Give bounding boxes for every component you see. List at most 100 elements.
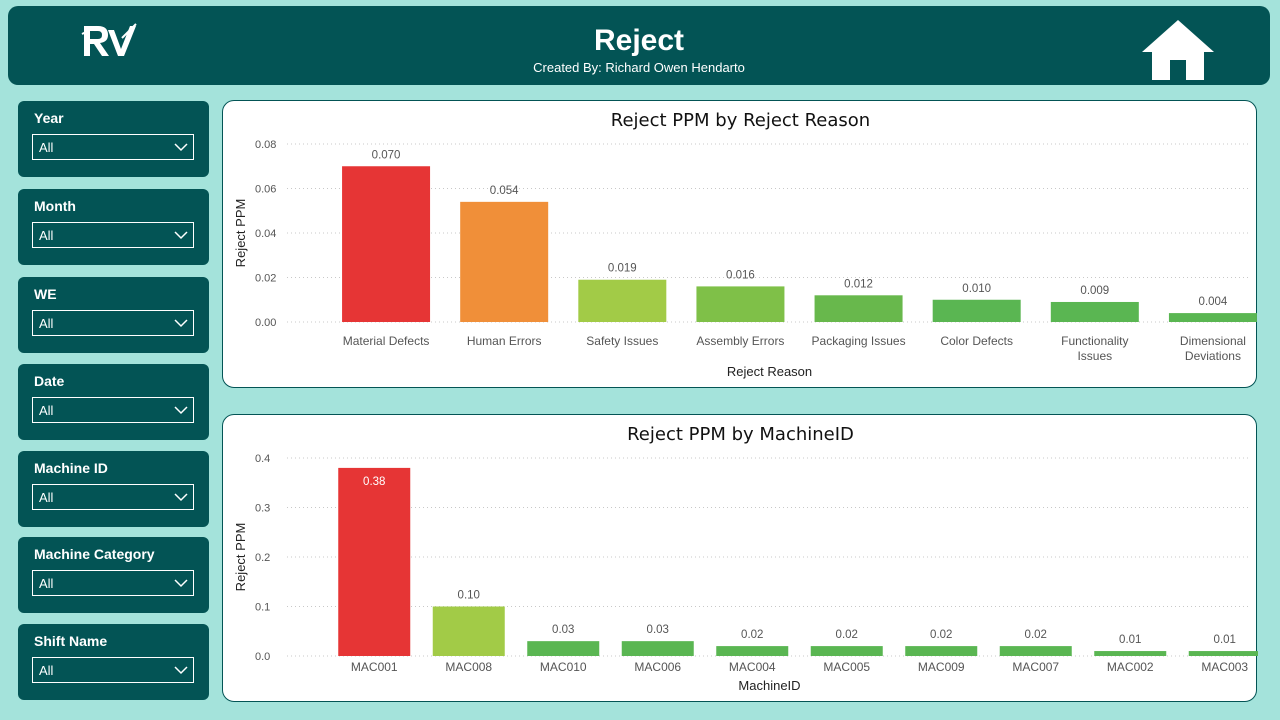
page-subtitle: Created By: Richard Owen Hendarto [533, 60, 745, 75]
bar-mac008 [432, 606, 505, 656]
month-dropdown[interactable]: All [32, 222, 194, 248]
slicer-machine-id: Machine ID All [18, 451, 209, 527]
bar-mac007 [999, 646, 1072, 656]
data-label: 0.02 [836, 629, 858, 641]
bar-material-defects [342, 166, 431, 322]
x-tick-label: MAC003 [1201, 660, 1248, 674]
dropdown-value: All [39, 139, 54, 155]
y-tick-label: 0.4 [255, 453, 270, 465]
x-tick-label: Human Errors [467, 334, 542, 348]
shift-name-dropdown[interactable]: All [32, 657, 194, 683]
chevron-down-icon [174, 665, 188, 674]
x-tick-label: MAC004 [729, 660, 776, 674]
home-icon[interactable] [1140, 18, 1216, 87]
slicer-month: Month All [18, 189, 209, 265]
y-tick-label: 0.1 [255, 602, 270, 614]
data-label: 0.054 [490, 185, 519, 197]
dropdown-value: All [39, 489, 54, 505]
y-tick-label: 0.02 [255, 273, 276, 285]
bar-mac006 [621, 641, 694, 656]
dropdown-value: All [39, 662, 54, 678]
chart-reject-reason: Reject PPM by Reject Reason 0.00 0.02 0.04 0… [222, 100, 1257, 388]
data-label: 0.03 [647, 624, 669, 636]
chevron-down-icon [174, 492, 188, 501]
slicer-shift-name: Shift Name All [18, 624, 209, 700]
machine-category-dropdown[interactable]: All [32, 570, 194, 596]
x-tick-label: Packaging Issues [812, 334, 906, 348]
y-tick-label: 0.2 [255, 552, 270, 564]
x-tick-label: Safety Issues [586, 334, 658, 348]
dropdown-value: All [39, 227, 54, 243]
bar-functionality-issues [1050, 301, 1139, 322]
chevron-down-icon [174, 405, 188, 414]
data-label: 0.012 [844, 278, 873, 290]
data-label: 0.010 [962, 283, 991, 295]
bar-color-defects [932, 299, 1021, 322]
x-tick-label: MAC006 [634, 660, 681, 674]
dropdown-value: All [39, 315, 54, 331]
data-label: 0.009 [1080, 285, 1109, 297]
y-axis-title: Reject PPM [233, 199, 248, 268]
y-axis-title: Reject PPM [233, 523, 248, 592]
bar-packaging-issues [814, 295, 903, 322]
data-label: 0.10 [458, 590, 480, 602]
slicer-year: Year All [18, 101, 209, 177]
chart-machine-id-svg: Reject PPM by MachineID 0.0 0.1 0.2 0.3 0.4 Re… [233, 424, 1258, 693]
y-tick-label: 0.3 [255, 503, 270, 515]
dropdown-value: All [39, 402, 54, 418]
chevron-down-icon [174, 230, 188, 239]
chart-title: Reject PPM by Reject Reason [611, 110, 870, 131]
slicer-label: WE [34, 286, 57, 302]
x-tick-label: Functionality [1061, 334, 1128, 348]
x-tick-label: MAC007 [1012, 660, 1059, 674]
slicer-date: Date All [18, 364, 209, 440]
data-label: 0.070 [372, 149, 401, 161]
slicer-label: Machine ID [34, 460, 108, 476]
page-title: Reject [593, 24, 685, 57]
bar-mac009 [905, 646, 978, 656]
chevron-down-icon [174, 318, 188, 327]
x-tick-label: Color Defects [940, 334, 1013, 348]
header-bar: Reject Created By: Richard Owen Hendarto [8, 6, 1270, 85]
machine-id-dropdown[interactable]: All [32, 484, 194, 510]
x-tick-label: Dimensional [1180, 334, 1246, 348]
x-axis-title: Reject Reason [727, 364, 812, 379]
chevron-down-icon [174, 142, 188, 151]
we-dropdown[interactable]: All [32, 310, 194, 336]
data-label: 0.004 [1199, 296, 1228, 308]
data-label: 0.01 [1119, 634, 1141, 646]
year-dropdown[interactable]: All [32, 134, 194, 160]
y-tick-label: 0.0 [255, 651, 270, 663]
y-tick-label: 0.06 [255, 184, 276, 196]
x-tick-label: MAC010 [540, 660, 587, 674]
x-axis-title: MachineID [738, 678, 800, 693]
x-tick-label: MAC005 [823, 660, 870, 674]
bar-mac001 [338, 467, 411, 656]
x-tick-label: Material Defects [343, 334, 430, 348]
bar-mac010 [527, 641, 600, 656]
data-label: 0.02 [741, 629, 763, 641]
x-tick-label: MAC009 [918, 660, 965, 674]
slicer-we: WE All [18, 277, 209, 353]
data-label: 0.02 [1025, 629, 1047, 641]
data-label: 0.02 [930, 629, 952, 641]
data-label: 0.01 [1214, 634, 1236, 646]
slicer-label: Year [34, 110, 64, 126]
chart-reject-reason-svg: Reject PPM by Reject Reason 0.00 0.02 0.04 0… [233, 110, 1257, 379]
y-tick-label: 0.00 [255, 317, 276, 329]
slicer-label: Month [34, 198, 76, 214]
data-label: 0.38 [363, 476, 385, 488]
x-tick-label: Deviations [1185, 349, 1241, 363]
bar-mac005 [810, 646, 883, 656]
y-tick-label: 0.08 [255, 139, 276, 151]
slicer-label: Date [34, 373, 65, 389]
chart-machine-id: Reject PPM by MachineID 0.0 0.1 0.2 0.3 0.4 Re… [222, 414, 1258, 702]
data-label: 0.03 [552, 624, 574, 636]
slicer-label: Shift Name [34, 633, 108, 649]
bar-safety-issues [578, 279, 667, 322]
date-dropdown[interactable]: All [32, 397, 194, 423]
x-tick-label: Issues [1077, 349, 1112, 363]
y-tick-label: 0.04 [255, 228, 276, 240]
bar-human-errors [460, 201, 549, 322]
x-tick-label: MAC002 [1107, 660, 1154, 674]
